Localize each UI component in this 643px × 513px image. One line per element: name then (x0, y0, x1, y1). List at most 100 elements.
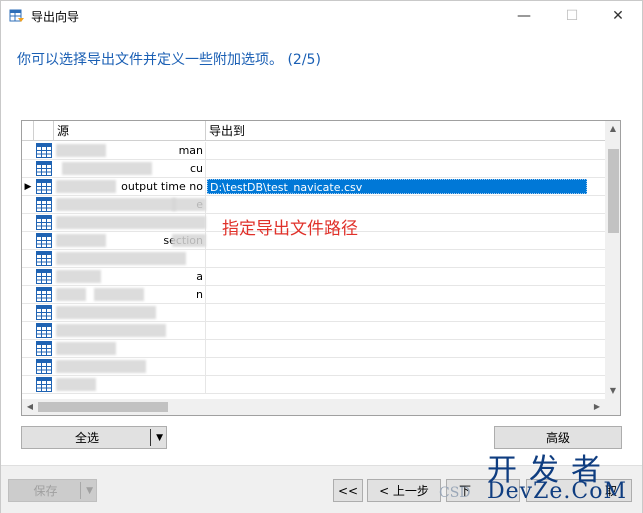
table-icon (36, 269, 52, 284)
table-row[interactable] (22, 250, 605, 268)
table-icon (36, 341, 52, 356)
header-indicator-cell (22, 121, 34, 141)
redaction-mosaic (56, 378, 96, 391)
previous-label: < 上一步 (379, 484, 429, 498)
redaction-mosaic (172, 234, 206, 247)
table-icon (36, 323, 52, 338)
redaction-mosaic (56, 216, 206, 229)
watermark-csdn: CSD (439, 485, 471, 501)
header-export-to[interactable]: 导出到 (206, 121, 605, 141)
row-export-path-cell[interactable] (206, 196, 605, 214)
row-export-path-cell[interactable] (206, 250, 605, 268)
row-export-path-cell[interactable] (206, 340, 605, 358)
maximize-button[interactable]: ☐ (549, 1, 595, 31)
save-button[interactable]: 保存 ▼ (8, 479, 97, 502)
redaction-mosaic (56, 342, 116, 355)
close-button[interactable]: ✕ (595, 1, 641, 31)
vertical-scroll-thumb[interactable] (608, 149, 619, 233)
horizontal-scrollbar[interactable]: ◀ ▶ (22, 399, 605, 415)
table-row[interactable]: a (22, 268, 605, 286)
select-all-button[interactable]: 全选 ▼ (21, 426, 167, 449)
row-export-path-cell[interactable]: D:\testDB\test_navicate.csv (207, 179, 587, 194)
minimize-icon: — (517, 8, 531, 24)
table-icon (36, 161, 52, 176)
table-row[interactable] (22, 304, 605, 322)
title-bar: 导出向导 — ☐ ✕ (1, 1, 642, 31)
scrollbar-corner (605, 399, 620, 415)
scroll-left-arrow-icon[interactable]: ◀ (22, 399, 38, 415)
row-indicator (22, 250, 34, 268)
table-icon (36, 197, 52, 212)
table-icon (36, 233, 52, 248)
table-icon (36, 179, 52, 194)
row-indicator (22, 214, 34, 232)
redaction-mosaic (56, 180, 116, 193)
redaction-mosaic (56, 252, 186, 265)
table-icon (36, 359, 52, 374)
minimize-button[interactable]: — (501, 1, 547, 31)
row-export-path-cell[interactable] (206, 142, 605, 160)
table-icon (36, 143, 52, 158)
scroll-right-arrow-icon[interactable]: ▶ (589, 399, 605, 415)
row-export-path-cell[interactable] (206, 286, 605, 304)
export-wizard-window: 导出向导 — ☐ ✕ 你可以选择导出文件并定义一些附加选项。 (2/5) 源 导… (0, 0, 643, 513)
redaction-mosaic (172, 198, 206, 211)
split-divider (80, 482, 81, 499)
row-export-path-cell[interactable] (206, 304, 605, 322)
horizontal-scroll-thumb[interactable] (38, 402, 168, 412)
first-page-button[interactable]: << (333, 479, 363, 502)
export-file-grid: 源 导出到 man cu ▶ output time no D:\testDB\test… (21, 120, 621, 416)
table-icon (36, 305, 52, 320)
grid-header: 源 导出到 (22, 121, 605, 141)
row-indicator (22, 196, 34, 214)
row-export-path-cell[interactable] (206, 268, 605, 286)
redaction-mosaic (56, 324, 166, 337)
chevron-down-icon[interactable]: ▼ (156, 433, 163, 443)
table-row[interactable]: ▶ output time no D:\testDB\test_navicate.c… (22, 178, 605, 196)
table-icon (36, 377, 52, 392)
vertical-scrollbar[interactable]: ▲ ▼ (605, 121, 620, 399)
row-indicator (22, 376, 34, 394)
redaction-mosaic (56, 234, 106, 247)
row-indicator (22, 322, 34, 340)
row-indicator (22, 268, 34, 286)
watermark-bottom: DevZe.CoM (487, 479, 627, 504)
redaction-mosaic (56, 144, 106, 157)
grid-rows: man cu ▶ output time no D:\testDB\test_navic… (22, 142, 605, 394)
advanced-label: 高级 (545, 431, 570, 445)
table-row[interactable] (22, 358, 605, 376)
table-row[interactable]: e (22, 196, 605, 214)
redaction-mosaic (56, 198, 176, 211)
table-row[interactable] (22, 376, 605, 394)
row-export-path-cell[interactable] (206, 358, 605, 376)
header-source[interactable]: 源 (54, 121, 206, 141)
table-icon (36, 215, 52, 230)
row-export-path-cell[interactable] (206, 376, 605, 394)
first-page-label: << (337, 483, 359, 498)
row-indicator (22, 304, 34, 322)
scroll-down-arrow-icon[interactable]: ▼ (605, 383, 620, 399)
split-divider (150, 429, 151, 446)
redaction-mosaic (56, 306, 156, 319)
previous-button[interactable]: < 上一步 (367, 479, 441, 502)
scroll-up-arrow-icon[interactable]: ▲ (605, 121, 620, 137)
table-icon (36, 251, 52, 266)
annotation-text: 指定导出文件路径 (222, 219, 358, 239)
redaction-mosaic (56, 360, 146, 373)
maximize-icon: ☐ (565, 8, 579, 24)
row-export-path-cell[interactable] (206, 322, 605, 340)
table-row[interactable] (22, 340, 605, 358)
row-indicator (22, 340, 34, 358)
table-row[interactable]: n (22, 286, 605, 304)
redaction-mosaic (94, 288, 144, 301)
row-indicator (22, 232, 34, 250)
redaction-mosaic (56, 270, 101, 283)
table-row[interactable]: cu (22, 160, 605, 178)
row-export-path-cell[interactable] (206, 160, 605, 178)
table-row[interactable] (22, 322, 605, 340)
redaction-mosaic (62, 162, 152, 175)
table-row[interactable]: man (22, 142, 605, 160)
export-wizard-icon (9, 9, 24, 22)
chevron-down-icon[interactable]: ▼ (86, 486, 93, 496)
row-indicator: ▶ (24, 182, 32, 192)
